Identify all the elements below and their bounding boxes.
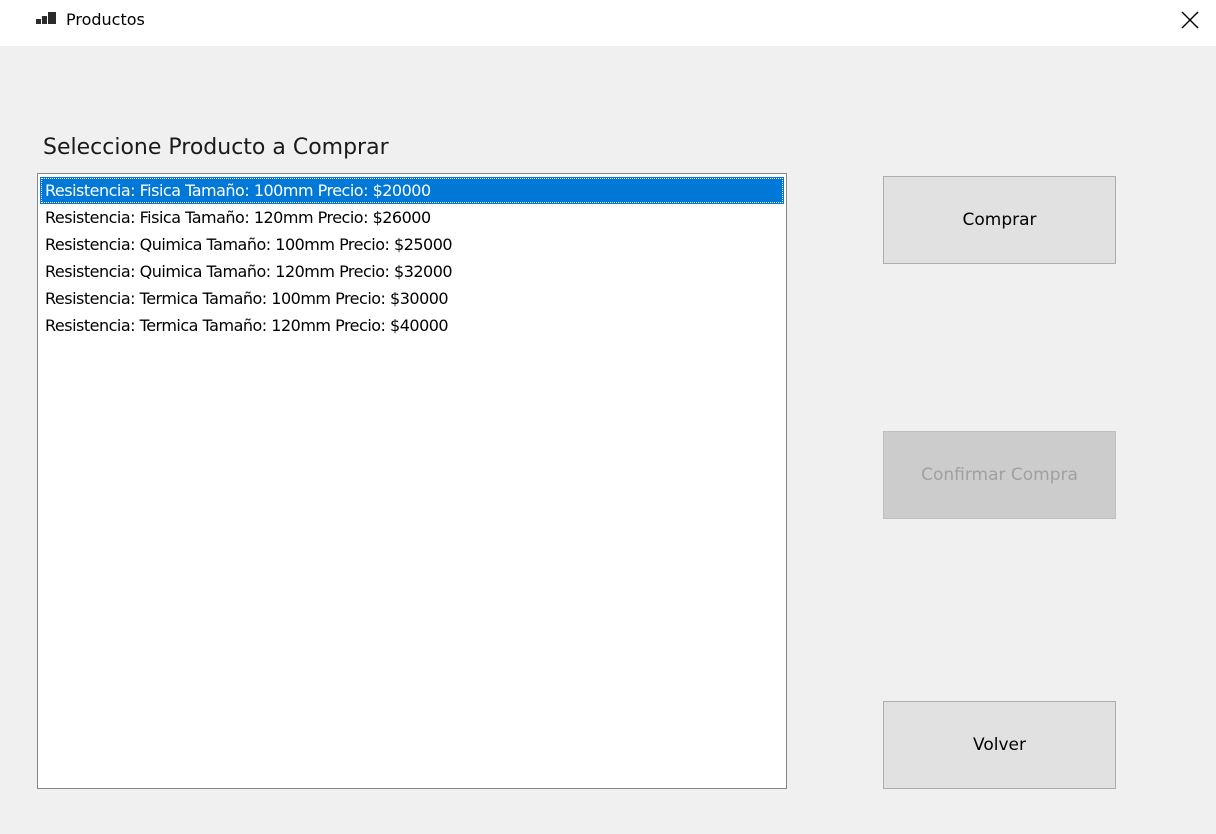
list-item[interactable]: Resistencia: Quimica Tamaño: 120mm Preci…: [40, 258, 784, 285]
confirmar-compra-button[interactable]: Confirmar Compra: [883, 431, 1116, 519]
list-item[interactable]: Resistencia: Quimica Tamaño: 100mm Preci…: [40, 231, 784, 258]
list-item[interactable]: Resistencia: Fisica Tamaño: 100mm Precio…: [40, 177, 784, 204]
select-product-label: Seleccione Producto a Comprar: [43, 135, 389, 160]
close-button[interactable]: [1164, 0, 1216, 40]
list-item[interactable]: Resistencia: Termica Tamaño: 100mm Preci…: [40, 285, 784, 312]
volver-button[interactable]: Volver: [883, 701, 1116, 789]
list-item[interactable]: Resistencia: Fisica Tamaño: 120mm Precio…: [40, 204, 784, 231]
list-item[interactable]: Resistencia: Termica Tamaño: 120mm Preci…: [40, 312, 784, 339]
productos-window: Productos Seleccione Producto a Comprar …: [0, 0, 1216, 834]
app-window-icon: [36, 12, 56, 28]
close-icon: [1181, 11, 1199, 29]
window-title: Productos: [66, 10, 145, 29]
comprar-button[interactable]: Comprar: [883, 176, 1116, 264]
product-listbox[interactable]: Resistencia: Fisica Tamaño: 100mm Precio…: [37, 173, 787, 789]
title-bar: Productos: [0, 0, 1216, 46]
